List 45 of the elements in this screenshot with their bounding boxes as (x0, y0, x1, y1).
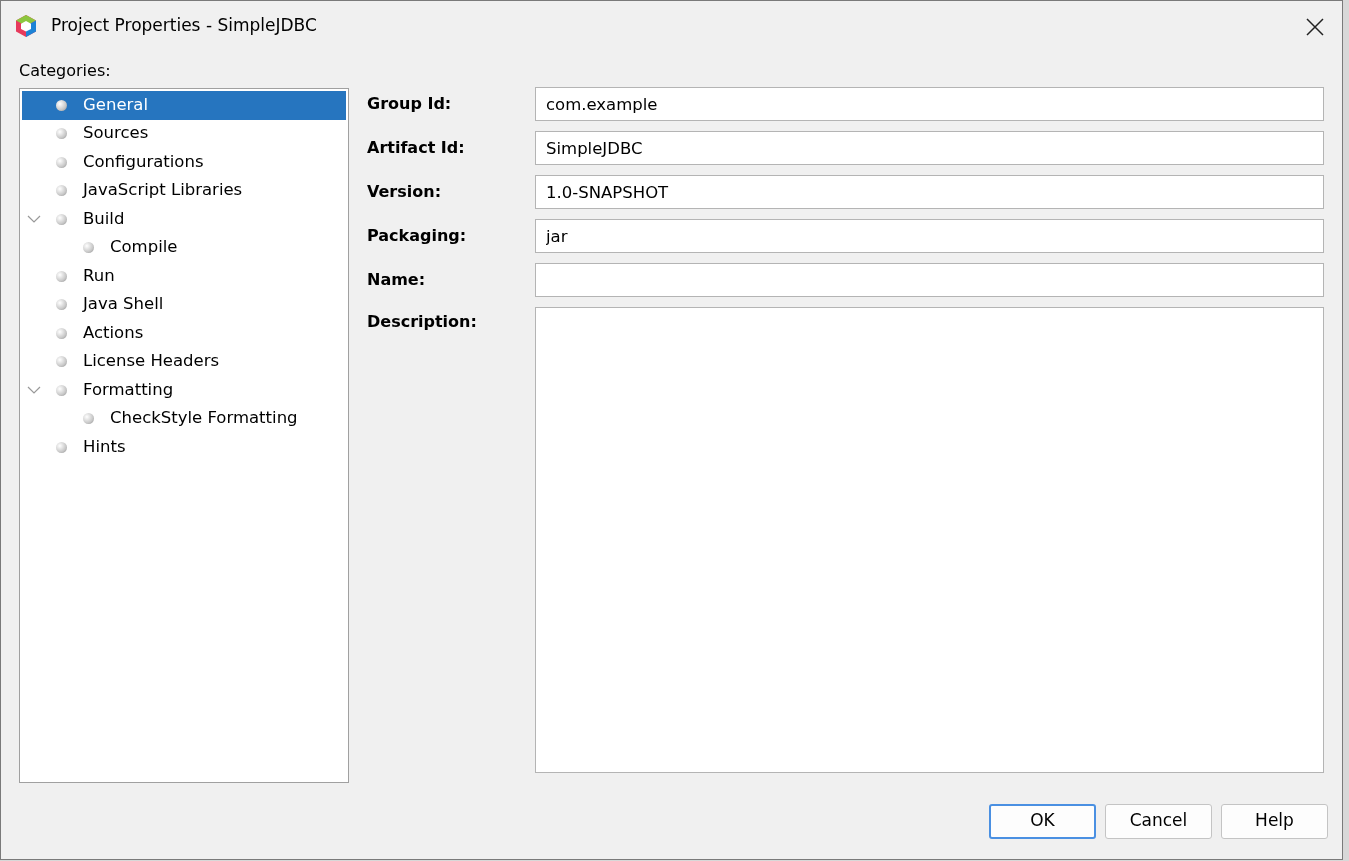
chevron-icon[interactable] (27, 385, 41, 396)
bullet-icon (56, 299, 67, 311)
input-field[interactable]: jar (535, 219, 1324, 253)
tree-item[interactable]: General (22, 91, 346, 120)
field-label: Packaging: (367, 225, 468, 247)
field-label: Group Id: (367, 93, 453, 115)
input-field[interactable]: 1.0-SNAPSHOT (535, 175, 1324, 209)
bullet-icon (56, 128, 67, 140)
field-label: Version: (367, 181, 443, 203)
tree-item[interactable]: Formatting (22, 376, 346, 405)
bullet-icon (56, 270, 67, 282)
bullet-icon (56, 327, 67, 339)
field-label: Artifact Id: (367, 137, 466, 159)
input-field[interactable]: SimpleJDBC (535, 131, 1324, 165)
bullet-icon (56, 99, 67, 111)
dialog-button[interactable]: Cancel (1105, 803, 1212, 839)
bullet-icon (56, 185, 67, 197)
tree-item[interactable]: Compile (22, 233, 346, 262)
input-field[interactable] (535, 263, 1324, 297)
bullet-icon (56, 213, 67, 225)
field-label: Description: (367, 311, 478, 333)
input-field[interactable]: com.example (535, 87, 1324, 121)
bullet-icon (83, 242, 94, 254)
tree-item[interactable]: Java Shell (22, 290, 346, 319)
categories-label: Categories: (19, 60, 112, 82)
bullet-icon (56, 356, 67, 368)
tree-item[interactable]: Actions (22, 319, 346, 348)
tree-item[interactable]: Sources (22, 119, 346, 148)
tree-item[interactable]: JavaScript Libraries (22, 176, 346, 205)
bullet-icon (56, 384, 67, 396)
dialog-button[interactable]: OK (989, 803, 1096, 839)
tree-item[interactable]: License Headers (22, 347, 346, 376)
tree-item[interactable]: Configurations (22, 148, 346, 177)
tree-item[interactable]: Run (22, 262, 346, 291)
bullet-icon (83, 413, 94, 425)
tree-item[interactable]: Build (22, 205, 346, 234)
dialog-button[interactable]: Help (1221, 803, 1328, 839)
bullet-icon (56, 441, 67, 453)
field-label: Name: (367, 269, 427, 291)
chevron-icon[interactable] (27, 214, 41, 225)
tree-item[interactable]: CheckStyle Formatting (22, 404, 346, 433)
tree-item[interactable]: Hints (22, 433, 346, 462)
window-title: Project Properties - SimpleJDBC (51, 14, 317, 38)
app-logo-icon (15, 14, 37, 38)
bullet-icon (56, 156, 67, 168)
